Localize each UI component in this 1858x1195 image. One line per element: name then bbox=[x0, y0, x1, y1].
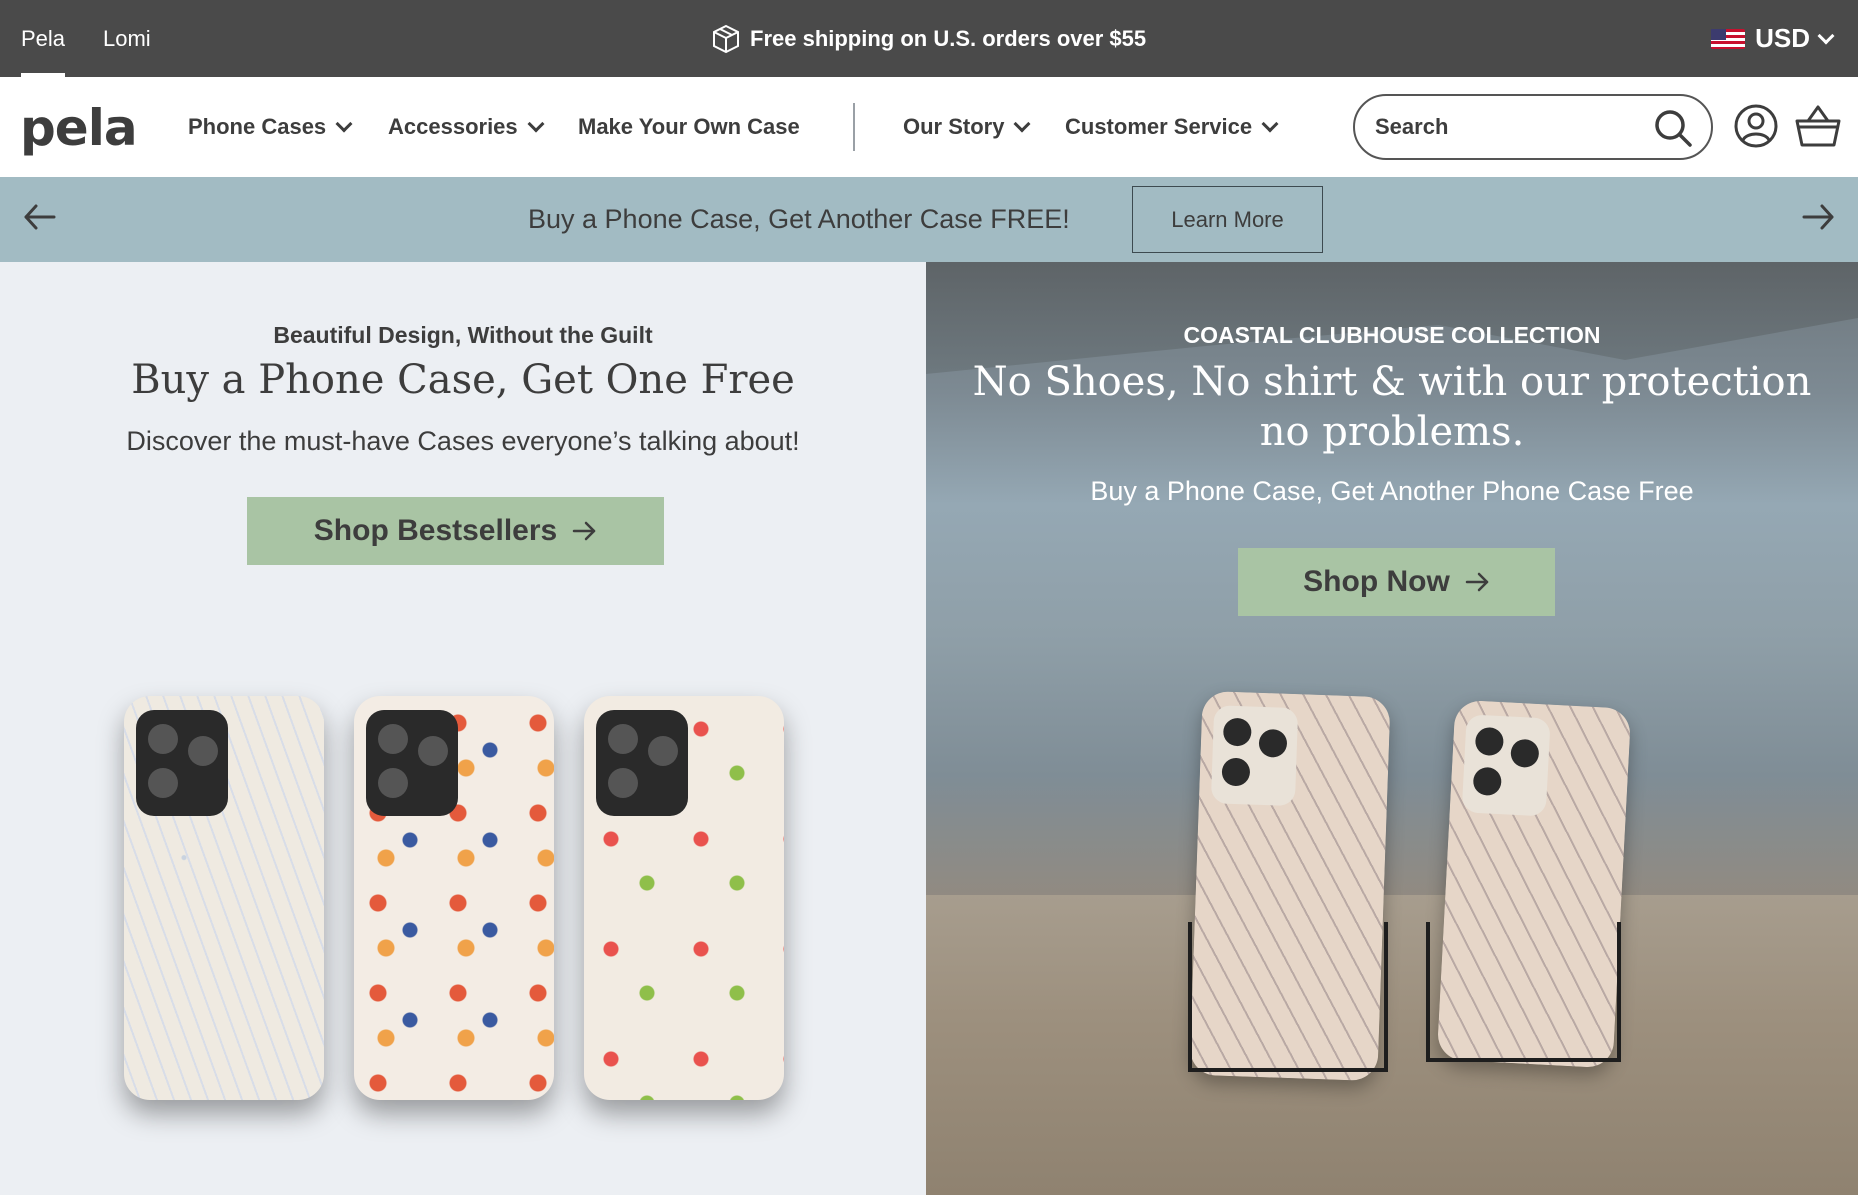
chevron-down-icon bbox=[1817, 27, 1835, 44]
shipping-box-icon bbox=[713, 24, 739, 53]
nav-label: Phone Cases bbox=[188, 114, 327, 139]
chevron-down-icon bbox=[527, 115, 545, 133]
fruit-phone-case-image bbox=[584, 696, 784, 1100]
camera-cutout bbox=[596, 710, 688, 816]
nav-label: Our Story bbox=[903, 114, 1005, 139]
nav-accessories[interactable]: Accessories bbox=[388, 77, 545, 177]
main-navigation: pela Phone Cases Accessories Make Your O… bbox=[0, 77, 1858, 177]
hero-subline: Buy a Phone Case, Get Another Phone Case… bbox=[1090, 476, 1694, 506]
promo-text: Buy a Phone Case, Get Another Case FREE! bbox=[528, 204, 1070, 234]
cats-phone-case-image bbox=[354, 696, 554, 1100]
chevron-down-icon bbox=[1261, 115, 1279, 133]
learn-more-button[interactable]: Learn More bbox=[1132, 186, 1323, 253]
us-flag-icon bbox=[1711, 28, 1746, 49]
nav-make-your-own-case[interactable]: Make Your Own Case bbox=[578, 77, 800, 177]
nav-customer-service[interactable]: Customer Service bbox=[1065, 77, 1279, 177]
phone-stand bbox=[1188, 922, 1388, 1072]
hero-eyebrow: Beautiful Design, Without the Guilt bbox=[273, 322, 653, 348]
brand-tab-pela[interactable]: Pela bbox=[21, 0, 66, 77]
currency-selector[interactable]: USD bbox=[1711, 0, 1835, 77]
camera-cutout bbox=[1461, 714, 1551, 817]
hero-coastal-panel: COASTAL CLUBHOUSE COLLECTION No Shoes, N… bbox=[926, 262, 1858, 1195]
button-label: Shop Now bbox=[1303, 565, 1450, 598]
chevron-down-icon bbox=[335, 115, 353, 133]
promo-banner: Buy a Phone Case, Get Another Case FREE!… bbox=[0, 177, 1858, 262]
nav-label: Accessories bbox=[388, 114, 518, 139]
nav-label: Customer Service bbox=[1065, 114, 1253, 139]
camera-cutout bbox=[136, 710, 228, 816]
hero-bestsellers-panel: Beautiful Design, Without the Guilt Buy … bbox=[0, 262, 926, 1195]
account-icon[interactable] bbox=[1733, 103, 1779, 149]
arrow-right-icon[interactable] bbox=[1796, 195, 1840, 239]
shop-now-button[interactable]: Shop Now bbox=[1238, 548, 1555, 616]
nav-divider bbox=[853, 103, 855, 151]
floral-phone-case-image bbox=[124, 696, 324, 1100]
shop-bestsellers-button[interactable]: Shop Bestsellers bbox=[247, 497, 664, 565]
search-box bbox=[1353, 94, 1713, 160]
brand-tab-lomi[interactable]: Lomi bbox=[103, 0, 151, 77]
cart-icon[interactable] bbox=[1794, 103, 1842, 149]
nav-label: Make Your Own Case bbox=[578, 114, 800, 139]
camera-cutout bbox=[1210, 705, 1299, 807]
hero-subline: Discover the must-have Cases everyone’s … bbox=[126, 426, 800, 456]
camera-cutout bbox=[366, 710, 458, 816]
shipping-announcement: Free shipping on U.S. orders over $55 bbox=[712, 0, 1146, 77]
search-input[interactable] bbox=[1375, 110, 1635, 144]
pela-logo[interactable]: pela bbox=[20, 99, 138, 157]
shipping-message: Free shipping on U.S. orders over $55 bbox=[750, 25, 1147, 51]
arrow-right-icon bbox=[572, 521, 596, 541]
search-icon[interactable] bbox=[1653, 108, 1693, 148]
nav-phone-cases[interactable]: Phone Cases bbox=[188, 77, 353, 177]
hero-headline: Buy a Phone Case, Get One Free bbox=[131, 357, 795, 403]
top-utility-bar: Pela Lomi Free shipping on U.S. orders o… bbox=[0, 0, 1858, 77]
hero-headline: No Shoes, No shirt & with our protection… bbox=[972, 359, 1812, 455]
hero-eyebrow: COASTAL CLUBHOUSE COLLECTION bbox=[1183, 322, 1601, 348]
beach-sand bbox=[926, 895, 1858, 1195]
chevron-down-icon bbox=[1013, 115, 1031, 133]
nav-our-story[interactable]: Our Story bbox=[903, 77, 1031, 177]
arrow-left-icon[interactable] bbox=[18, 195, 62, 239]
currency-label: USD bbox=[1755, 23, 1810, 53]
phone-stand bbox=[1426, 922, 1621, 1062]
button-label: Shop Bestsellers bbox=[313, 514, 558, 547]
arrow-right-icon bbox=[1465, 572, 1489, 592]
